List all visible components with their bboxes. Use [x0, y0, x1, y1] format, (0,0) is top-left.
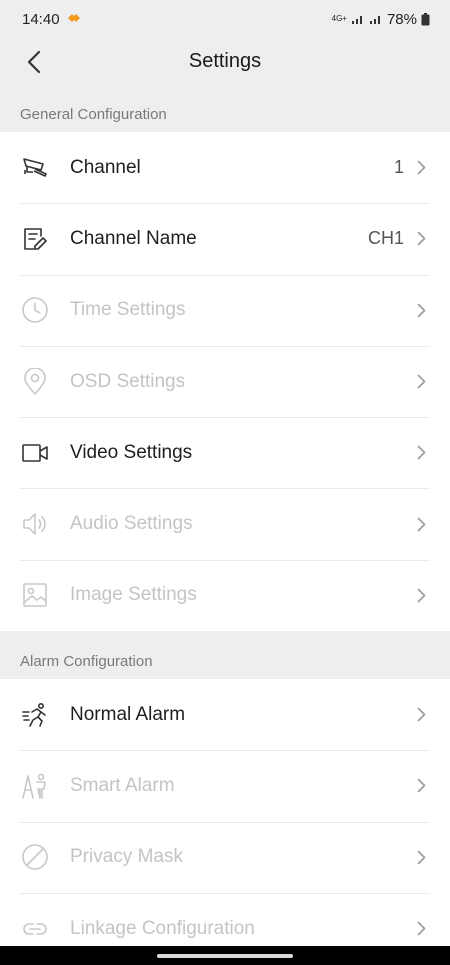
settings-item-label: Channel Name: [70, 227, 197, 249]
page-title: Settings: [188, 49, 262, 72]
settings-item-video-settings[interactable]: Video Settings: [0, 417, 450, 488]
status-bar: 14:40 4G+ 78%: [0, 0, 450, 38]
chevron-right-icon: [414, 230, 428, 248]
settings-item-label: Time Settings: [70, 299, 186, 321]
battery-icon: [421, 12, 430, 26]
settings-item-osd-settings[interactable]: OSD Settings: [0, 345, 450, 417]
settings-item-channel-name[interactable]: Channel Name CH1: [0, 203, 450, 274]
back-button[interactable]: [18, 46, 50, 78]
settings-item-label: Image Settings: [70, 584, 197, 606]
settings-item-label: Linkage Configuration: [70, 917, 255, 939]
chevron-right-icon: [414, 777, 428, 795]
settings-item-label: Privacy Mask: [70, 846, 183, 868]
chevron-right-icon: [414, 444, 428, 462]
settings-item-label: Normal Alarm: [70, 703, 186, 725]
chevron-right-icon: [414, 706, 428, 724]
signal-icon: [351, 13, 365, 25]
settings-item-time-settings[interactable]: Time Settings: [0, 274, 450, 346]
settings-item-smart-alarm[interactable]: Smart Alarm: [0, 750, 450, 821]
settings-item-label: Channel: [70, 156, 141, 178]
settings-item-label: Audio Settings: [70, 513, 193, 535]
status-left: 14:40: [22, 11, 82, 28]
battery-percent: 78%: [386, 10, 417, 28]
chevron-left-icon: [27, 50, 41, 74]
settings-item-label: OSD Settings: [70, 370, 186, 392]
chevron-right-icon: [414, 373, 428, 391]
settings-item-value: CH1: [367, 228, 404, 249]
app-header: Settings: [0, 38, 450, 84]
running-person-icon: [20, 700, 50, 730]
location-pin-icon: [20, 367, 50, 397]
chevron-right-icon: [414, 920, 428, 938]
link-icon: [20, 914, 50, 944]
settings-item-image-settings[interactable]: Image Settings: [0, 559, 450, 631]
edit-document-icon: [20, 224, 50, 254]
status-time: 14:40: [22, 10, 60, 28]
settings-item-audio-settings[interactable]: Audio Settings: [0, 488, 450, 559]
prohibited-icon: [20, 842, 50, 872]
speaker-icon: [20, 509, 50, 539]
image-icon: [20, 580, 50, 610]
section-title-general: General Configuration: [20, 106, 167, 123]
alarm-settings-list: Normal Alarm Smart Alarm Privacy Mask Li…: [0, 679, 450, 965]
clock-icon: [20, 295, 50, 325]
settings-item-label: Video Settings: [70, 441, 193, 463]
settings-item-privacy-mask[interactable]: Privacy Mask: [0, 821, 450, 893]
settings-item-label: Smart Alarm: [70, 774, 175, 796]
cctv-camera-icon: [20, 153, 50, 183]
smart-person-icon: [20, 771, 50, 801]
video-camera-icon: [20, 438, 50, 468]
notification-icon: [66, 11, 82, 28]
chevron-right-icon: [414, 301, 428, 319]
chevron-right-icon: [414, 586, 428, 604]
general-settings-list: Channel 1 Channel Name CH1 Time Settings…: [0, 132, 450, 632]
signal-icon-2: [369, 13, 383, 25]
chevron-right-icon: [414, 848, 428, 866]
settings-item-channel[interactable]: Channel 1: [0, 132, 450, 203]
settings-item-normal-alarm[interactable]: Normal Alarm: [0, 679, 450, 750]
home-indicator[interactable]: [157, 953, 293, 958]
section-title-alarm: Alarm Configuration: [20, 653, 153, 670]
chevron-right-icon: [414, 159, 428, 177]
system-nav-bar: [0, 946, 450, 965]
network-type-label: 4G+: [331, 14, 347, 23]
chevron-right-icon: [414, 515, 428, 533]
settings-item-value: 1: [393, 157, 404, 178]
status-right: 4G+ 78%: [332, 11, 430, 28]
